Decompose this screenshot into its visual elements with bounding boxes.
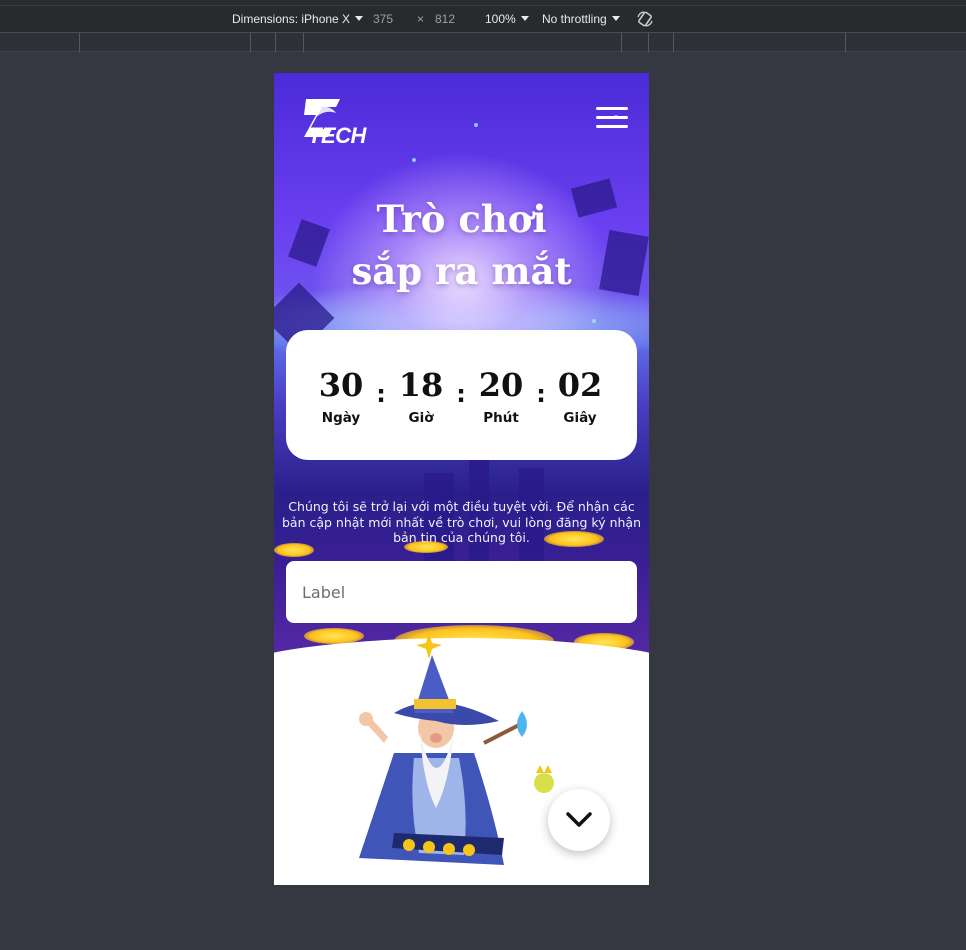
countdown-seconds: 02 Giây [550, 366, 610, 426]
media-query-ruler[interactable] [0, 33, 966, 52]
ruler-tick [673, 33, 674, 52]
device-select[interactable]: Dimensions: iPhone X [232, 12, 364, 26]
countdown-days-value: 30 [318, 366, 364, 404]
countdown-separator: : [536, 380, 546, 408]
newsletter-description: Chúng tôi sẽ trở lại với một điều tuyệt … [282, 499, 642, 545]
countdown-days-label: Ngày [321, 410, 361, 426]
star [592, 319, 596, 323]
countdown-separator: : [456, 380, 466, 408]
zoom-select[interactable]: 100% [485, 12, 529, 26]
countdown-hours-label: Giờ [408, 410, 434, 426]
toolbar-divider [0, 5, 966, 6]
countdown-hours-value: 18 [398, 366, 444, 404]
width-input[interactable]: 375 [373, 12, 393, 26]
dimension-times: × [417, 12, 425, 26]
devtools-device-toolbar: Dimensions: iPhone X 375 × 812 100% No t… [0, 0, 966, 33]
chevron-down-icon [520, 16, 529, 21]
countdown-separator: : [376, 380, 386, 408]
zoom-select-label: 100% [485, 12, 516, 26]
countdown-hours: 18 Giờ [391, 366, 451, 426]
page-title: Trò chơi sắp ra mắt [274, 193, 649, 297]
scroll-down-button[interactable] [548, 789, 610, 851]
hamburger-menu-icon[interactable] [596, 107, 630, 131]
chevron-down-icon [566, 812, 592, 827]
height-input[interactable]: 812 [435, 12, 455, 26]
ruler-tick [648, 33, 649, 52]
countdown-days: 30 Ngày [311, 366, 371, 426]
throttling-select[interactable]: No throttling [542, 12, 620, 26]
ruler-tick [845, 33, 846, 52]
ruler-tick [79, 33, 80, 52]
menu-bar [596, 116, 628, 119]
device-select-label: Dimensions: iPhone X [232, 12, 351, 26]
device-viewport: TECH Trò chơi sắp ra mắt 30 Ngày : 18 Gi… [274, 73, 649, 885]
ruler-tick [250, 33, 251, 52]
wizard-illustration [359, 633, 554, 865]
chevron-down-icon [355, 16, 364, 21]
countdown-card: 30 Ngày : 18 Giờ : 20 Phút : 02 Giây [286, 330, 637, 460]
logo-text: TECH [308, 123, 366, 148]
countdown-minutes-value: 20 [478, 366, 524, 404]
countdown-minutes: 20 Phút [471, 366, 531, 426]
menu-bar [596, 107, 628, 110]
countdown-minutes-label: Phút [483, 410, 519, 426]
chevron-down-icon [611, 16, 620, 21]
menu-bar [596, 125, 628, 128]
star [412, 158, 416, 162]
title-line-2: sắp ra mắt [351, 249, 572, 293]
ruler-tick [303, 33, 304, 52]
newsletter-input[interactable] [286, 561, 637, 623]
ruler-tick [621, 33, 622, 52]
rotate-device-icon[interactable] [636, 10, 654, 28]
ruler-tick [275, 33, 276, 52]
throttling-select-label: No throttling [542, 12, 607, 26]
star [474, 123, 478, 127]
title-line-1: Trò chơi [376, 197, 547, 241]
countdown-seconds-label: Giây [563, 410, 597, 426]
countdown-seconds-value: 02 [557, 366, 603, 404]
